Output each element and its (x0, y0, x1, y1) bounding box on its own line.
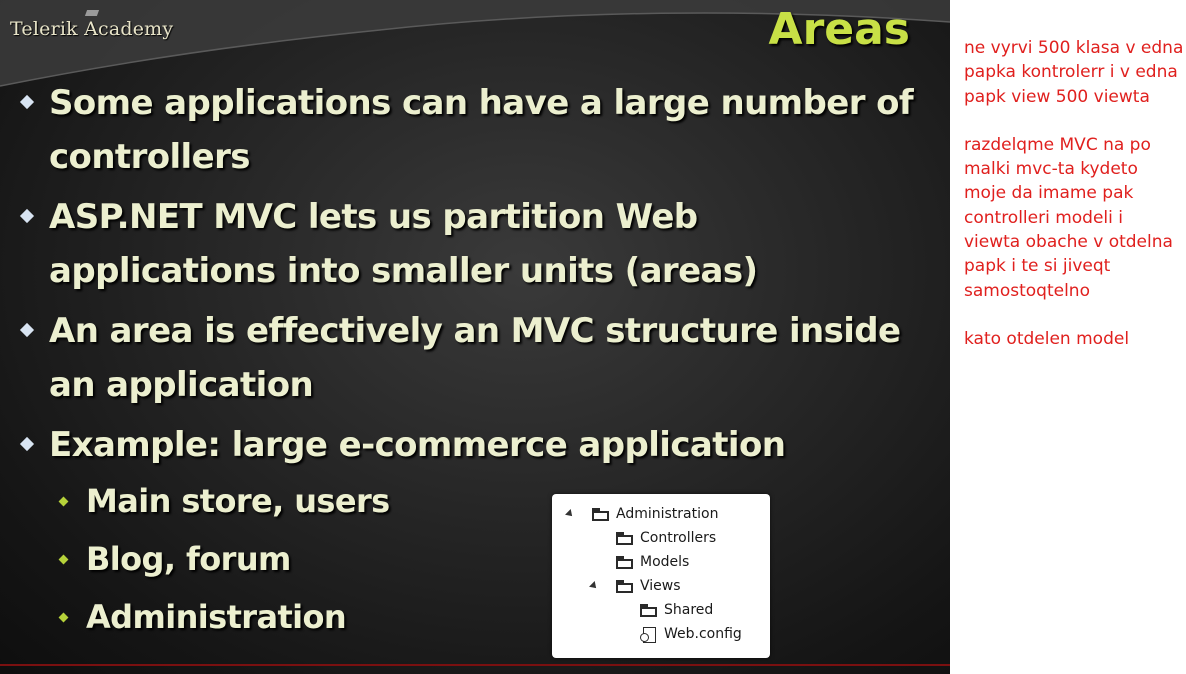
logo-hat-icon (84, 10, 100, 16)
folder-icon (616, 579, 634, 593)
tree-node-views[interactable]: Views (589, 576, 681, 596)
expand-arrow-icon[interactable] (565, 509, 575, 519)
folder-icon (616, 555, 634, 569)
sub-bullet-item: Blog, forum (22, 530, 922, 588)
expand-arrow-icon[interactable] (589, 581, 599, 591)
bullet-list: Some applications can have a large numbe… (19, 76, 922, 646)
tree-node-label: Models (640, 554, 690, 570)
slide: Telerik Academy Areas Some applications … (0, 0, 950, 674)
bullet-item: ASP.NET MVC lets us partition Web applic… (19, 190, 922, 298)
sub-bullet-icon (58, 496, 69, 507)
tree-node-models[interactable]: Models (616, 552, 689, 572)
sub-bullet-icon (58, 554, 69, 565)
slide-title: Areas (768, 4, 910, 55)
tree-node-label: Controllers (640, 530, 717, 546)
note-paragraph: razdelqme MVC na po malki mvc-ta kydeto … (964, 134, 1173, 301)
bullet-text: Example: large e-commerce application (49, 425, 786, 465)
diamond-bullet-icon (19, 322, 35, 338)
tree-node-label: Shared (664, 602, 714, 618)
bullet-text: Some applications can have a large numbe… (49, 83, 914, 177)
sub-bullet-text: Administration (86, 598, 347, 636)
config-file-icon (640, 626, 656, 643)
sub-bullet-icon (58, 612, 69, 623)
tree-node-administration[interactable]: Administration (565, 504, 719, 524)
sub-bullet-text: Main store, users (86, 482, 390, 520)
bullet-item: Example: large e-commerce application (19, 418, 922, 472)
sub-bullet-item: Main store, users (22, 472, 922, 530)
folder-icon (640, 603, 658, 617)
tree-node-label: Views (640, 578, 681, 594)
solution-explorer-tree: Administration Controllers Models Views … (552, 494, 770, 658)
diamond-bullet-icon (19, 208, 35, 224)
bullet-item: Some applications can have a large numbe… (19, 76, 922, 184)
telerik-academy-logo: Telerik Academy (10, 18, 174, 40)
bullet-text: An area is effectively an MVC structure … (49, 311, 901, 405)
folder-icon (616, 531, 634, 545)
bullet-item: An area is effectively an MVC structure … (19, 304, 922, 412)
bottom-divider (0, 664, 950, 666)
tree-node-web-config[interactable]: Web.config (640, 624, 742, 644)
note-paragraph: ne vyrvi 500 klasa v edna papka kontrole… (964, 38, 1184, 107)
sub-bullet-item: Administration (22, 588, 922, 646)
tree-node-controllers[interactable]: Controllers (616, 528, 716, 548)
diamond-bullet-icon (19, 94, 35, 110)
tree-node-label: Administration (616, 506, 719, 522)
folder-icon (592, 507, 610, 521)
note-paragraph: kato otdelen model (964, 328, 1130, 349)
handwritten-notes: ne vyrvi 500 klasa v edna papka kontrole… (964, 36, 1184, 375)
diamond-bullet-icon (19, 436, 35, 452)
tree-node-shared[interactable]: Shared (640, 600, 713, 620)
tree-node-label: Web.config (664, 626, 742, 642)
bullet-text: ASP.NET MVC lets us partition Web applic… (49, 197, 758, 291)
sub-bullet-text: Blog, forum (86, 540, 291, 578)
